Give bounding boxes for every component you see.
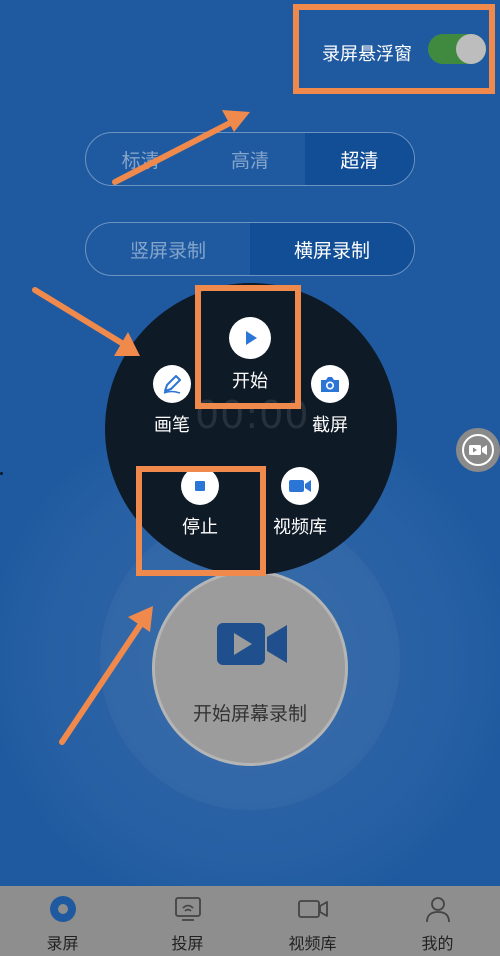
tab-video-library[interactable]: 视频库 (250, 886, 375, 956)
tab-mine-label: 我的 (421, 934, 454, 953)
video-camera-icon (297, 900, 328, 918)
tab-cast-label: 投屏 (171, 934, 204, 953)
arrow-to-stop (59, 621, 144, 745)
bottom-tab-bar: 录屏 投屏 视频库 我的 (0, 886, 500, 956)
tab-record-label: 录屏 (46, 934, 79, 953)
tab-record[interactable]: 录屏 (0, 886, 125, 956)
arrow-to-toggle (112, 119, 235, 185)
tab-video-library-label: 视频库 (288, 934, 337, 953)
annotation-arrows (32, 110, 250, 745)
person-icon (425, 897, 450, 923)
record-icon (49, 896, 76, 922)
tab-mine[interactable]: 我的 (375, 886, 500, 956)
arrow-to-start (32, 287, 128, 348)
cast-icon (174, 897, 201, 921)
arrow-head-to-toggle (222, 110, 250, 132)
tab-cast[interactable]: 投屏 (125, 886, 250, 956)
